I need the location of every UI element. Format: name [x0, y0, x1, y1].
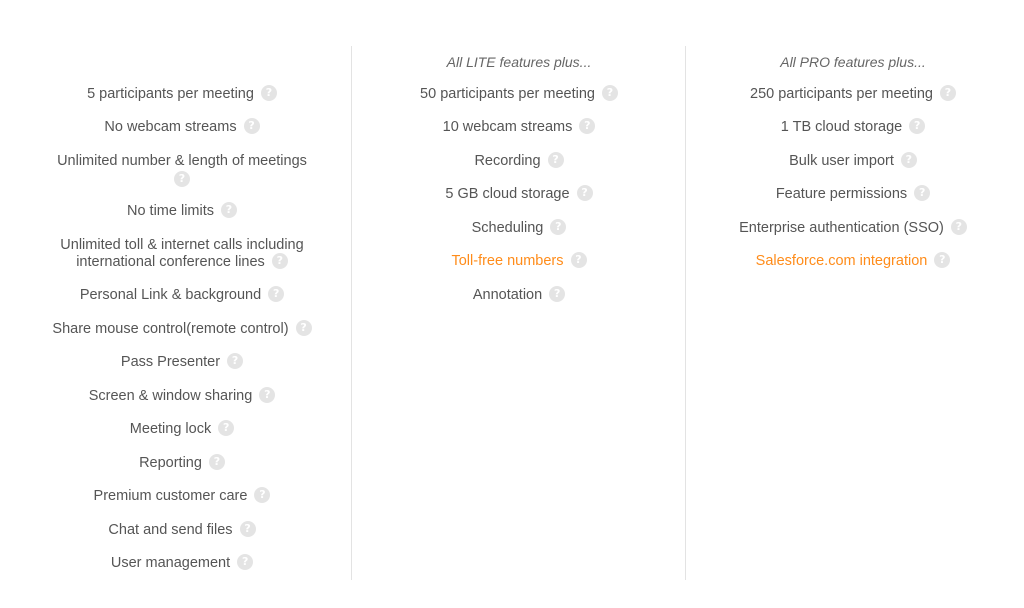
- feature-item: Feature permissions?: [686, 185, 1020, 203]
- feature-label: Pass Presenter: [120, 354, 221, 370]
- feature-label: Unlimited number & length of meetings: [57, 153, 307, 169]
- help-icon[interactable]: ?: [260, 85, 277, 102]
- help-icon[interactable]: ?: [227, 353, 244, 370]
- feature-link[interactable]: Toll-free numbers: [451, 253, 563, 269]
- feature-label: 50 participants per meeting: [420, 86, 595, 102]
- feature-label: Screen & window sharing: [88, 388, 253, 404]
- help-icon[interactable]: ?: [547, 152, 564, 169]
- feature-item: Pass Presenter?: [15, 353, 349, 371]
- plan-column-business: All PRO features plus... 250 participant…: [685, 46, 1020, 580]
- help-icon[interactable]: ?: [259, 387, 276, 404]
- help-icon[interactable]: ?: [601, 85, 618, 102]
- feature-item: Personal Link & background?: [15, 286, 349, 304]
- plan-column-pro: All LITE features plus... 50 participant…: [351, 46, 686, 580]
- feature-item: Premium customer care?: [15, 487, 349, 505]
- help-icon[interactable]: ?: [221, 202, 237, 219]
- feature-item: Reporting?: [15, 454, 349, 472]
- feature-item: Unlimited toll & internet calls includin…: [15, 237, 349, 271]
- feature-item: Recording?: [352, 152, 686, 170]
- feature-item: Annotation?: [352, 286, 686, 304]
- feature-label: Feature permissions: [775, 186, 908, 202]
- help-icon[interactable]: ?: [576, 185, 593, 202]
- feature-item-link[interactable]: Salesforce.com integration?: [686, 252, 1020, 270]
- feature-item: Enterprise authentication (SSO)?: [686, 219, 1020, 237]
- feature-item: 250 participants per meeting?: [686, 85, 1020, 103]
- plan-column-lite: 5 participants per meeting? No webcam st…: [15, 46, 349, 580]
- help-icon[interactable]: ?: [934, 252, 951, 269]
- feature-item: Chat and send files?: [15, 521, 349, 539]
- feature-item: Scheduling?: [352, 219, 686, 237]
- feature-item: 5 GB cloud storage?: [352, 185, 686, 203]
- feature-label: Reporting: [139, 455, 202, 471]
- feature-item: 10 webcam streams?: [352, 118, 686, 136]
- help-icon[interactable]: ?: [909, 118, 926, 135]
- help-icon[interactable]: ?: [579, 118, 596, 135]
- help-icon[interactable]: ?: [549, 286, 566, 303]
- feature-label: Unlimited toll & internet calls includin…: [60, 237, 304, 270]
- help-icon[interactable]: ?: [218, 420, 235, 437]
- feature-label: User management: [110, 555, 231, 571]
- feature-item: User management?: [15, 554, 349, 572]
- feature-link[interactable]: Salesforce.com integration: [756, 253, 928, 269]
- feature-item: Unlimited number & length of meetings?: [15, 153, 349, 187]
- feature-label: Enterprise authentication (SSO): [739, 220, 944, 236]
- feature-item-link[interactable]: Toll-free numbers?: [352, 252, 686, 270]
- feature-item: Meeting lock?: [15, 420, 349, 438]
- feature-item: Share mouse control(remote control)?: [15, 320, 349, 338]
- feature-label: 10 webcam streams: [442, 119, 573, 135]
- feature-item: No webcam streams?: [15, 118, 349, 136]
- feature-label: 5 participants per meeting: [87, 86, 254, 102]
- help-icon[interactable]: ?: [208, 454, 225, 471]
- feature-label: Share mouse control(remote control): [52, 321, 289, 337]
- help-icon[interactable]: ?: [914, 185, 931, 202]
- feature-label: Meeting lock: [129, 421, 212, 437]
- help-icon[interactable]: ?: [950, 219, 967, 236]
- feature-label: No webcam streams: [104, 119, 237, 135]
- feature-label: Scheduling: [471, 220, 544, 236]
- feature-item: 5 participants per meeting?: [15, 85, 349, 103]
- feature-comparison: 5 participants per meeting? No webcam st…: [15, 46, 1020, 580]
- feature-label: 5 GB cloud storage: [445, 186, 570, 202]
- help-icon[interactable]: ?: [254, 487, 271, 504]
- help-icon[interactable]: ?: [243, 118, 260, 135]
- feature-label: Bulk user import: [789, 153, 894, 169]
- feature-label: Personal Link & background: [79, 287, 262, 303]
- help-icon[interactable]: ?: [295, 320, 312, 337]
- help-icon[interactable]: ?: [570, 252, 587, 269]
- help-icon[interactable]: ?: [939, 85, 956, 102]
- feature-label: Chat and send files: [108, 522, 233, 538]
- column-header: All PRO features plus...: [780, 54, 926, 70]
- help-icon[interactable]: ?: [271, 253, 288, 270]
- feature-item: Screen & window sharing?: [15, 387, 349, 405]
- feature-label: Annotation: [472, 287, 543, 303]
- help-icon[interactable]: ?: [268, 286, 285, 303]
- column-header: All LITE features plus...: [446, 54, 592, 70]
- feature-item: 1 TB cloud storage?: [686, 118, 1020, 136]
- feature-label: Recording: [474, 153, 541, 169]
- feature-label: Premium customer care: [93, 488, 248, 504]
- feature-label: 1 TB cloud storage: [780, 119, 903, 135]
- help-icon[interactable]: ?: [239, 521, 256, 538]
- feature-label: No time limits: [126, 203, 214, 219]
- feature-item: Bulk user import?: [686, 152, 1020, 170]
- help-icon[interactable]: ?: [900, 152, 917, 169]
- help-icon[interactable]: ?: [550, 219, 567, 236]
- help-icon[interactable]: ?: [174, 171, 190, 187]
- help-icon[interactable]: ?: [237, 554, 254, 571]
- feature-item: No time limits?: [15, 202, 349, 220]
- feature-label: 250 participants per meeting: [750, 86, 933, 102]
- feature-item: 50 participants per meeting?: [352, 85, 686, 103]
